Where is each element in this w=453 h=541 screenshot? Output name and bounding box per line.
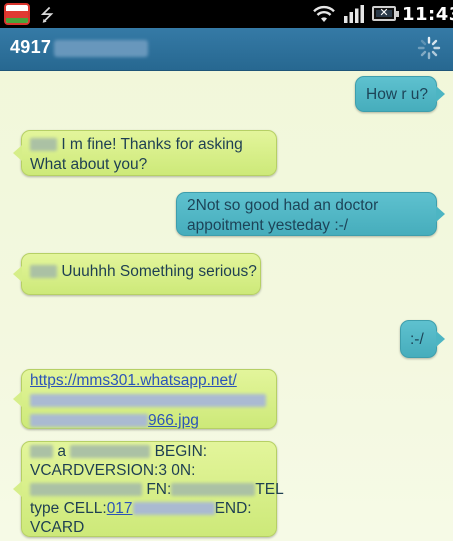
redacted-name [30,445,53,459]
contact-number-prefix: 4917 [10,37,52,57]
redacted-link [30,394,266,408]
redacted-name [30,265,57,279]
vcard-text: VCARD [30,519,85,536]
message-text: What about you? [30,156,148,173]
app-notification-icon [4,3,30,25]
conversation-header[interactable]: 4917 [0,28,453,71]
redacted-number [132,502,215,516]
message-bubble-incoming[interactable]: Uuuhhh Something serious? [13,253,261,295]
redacted-link [30,414,148,428]
loading-spinner-icon [417,36,441,60]
signal-strength-icon [344,5,364,23]
message-bubble-incoming[interactable]: I m fine! Thanks for asking What about y… [13,130,277,176]
contact-name: 4917 [10,37,149,58]
redacted-name [30,483,142,497]
message-text: Uuuhhh Something serious? [61,263,257,280]
image-link[interactable]: https://mms301.whatsapp.net/ [30,372,237,389]
message-bubble-outgoing[interactable]: 2Not so good had an doctor appoitment ye… [176,192,445,236]
message-bubble-outgoing[interactable]: :-/ [400,320,445,358]
status-time: 11:43 [402,4,453,25]
message-text: How r u? [366,86,429,103]
vcard-text: a [57,443,66,460]
vcard-text: type CELL: [30,500,107,517]
message-text: 2Not so good had an doctor [187,197,379,214]
vcard-text: VCARDVERSION:3 0N: [30,462,196,479]
battery-icon: ✕ [372,6,399,21]
redacted-name [171,483,256,497]
redacted-name [30,138,57,152]
vcard-text: FN: [146,481,172,498]
message-bubble-incoming-image[interactable]: https://mms301.whatsapp.net/ 966.jpg [13,369,277,429]
status-bar: ⭍ ✕ 11:43 [0,0,453,28]
message-bubble-outgoing[interactable]: How r u? [355,76,445,112]
image-link-tail[interactable]: 966.jpg [148,412,199,429]
message-text: I m fine! Thanks for asking [61,136,243,153]
message-text: :-/ [410,331,424,348]
wifi-icon [313,5,335,22]
message-text: appoitment yesteday :-/ [187,217,349,234]
vcard-text: BEGIN: [154,443,208,460]
message-bubble-incoming-vcard[interactable]: a BEGIN: VCARDVERSION:3 0N: FN: TEL type … [13,441,284,537]
phone-link[interactable]: 017 [107,500,133,517]
vcard-text: END: [214,500,252,517]
vcard-text: TEL [255,481,284,498]
redacted-name [70,445,151,459]
redacted-number [54,39,149,57]
